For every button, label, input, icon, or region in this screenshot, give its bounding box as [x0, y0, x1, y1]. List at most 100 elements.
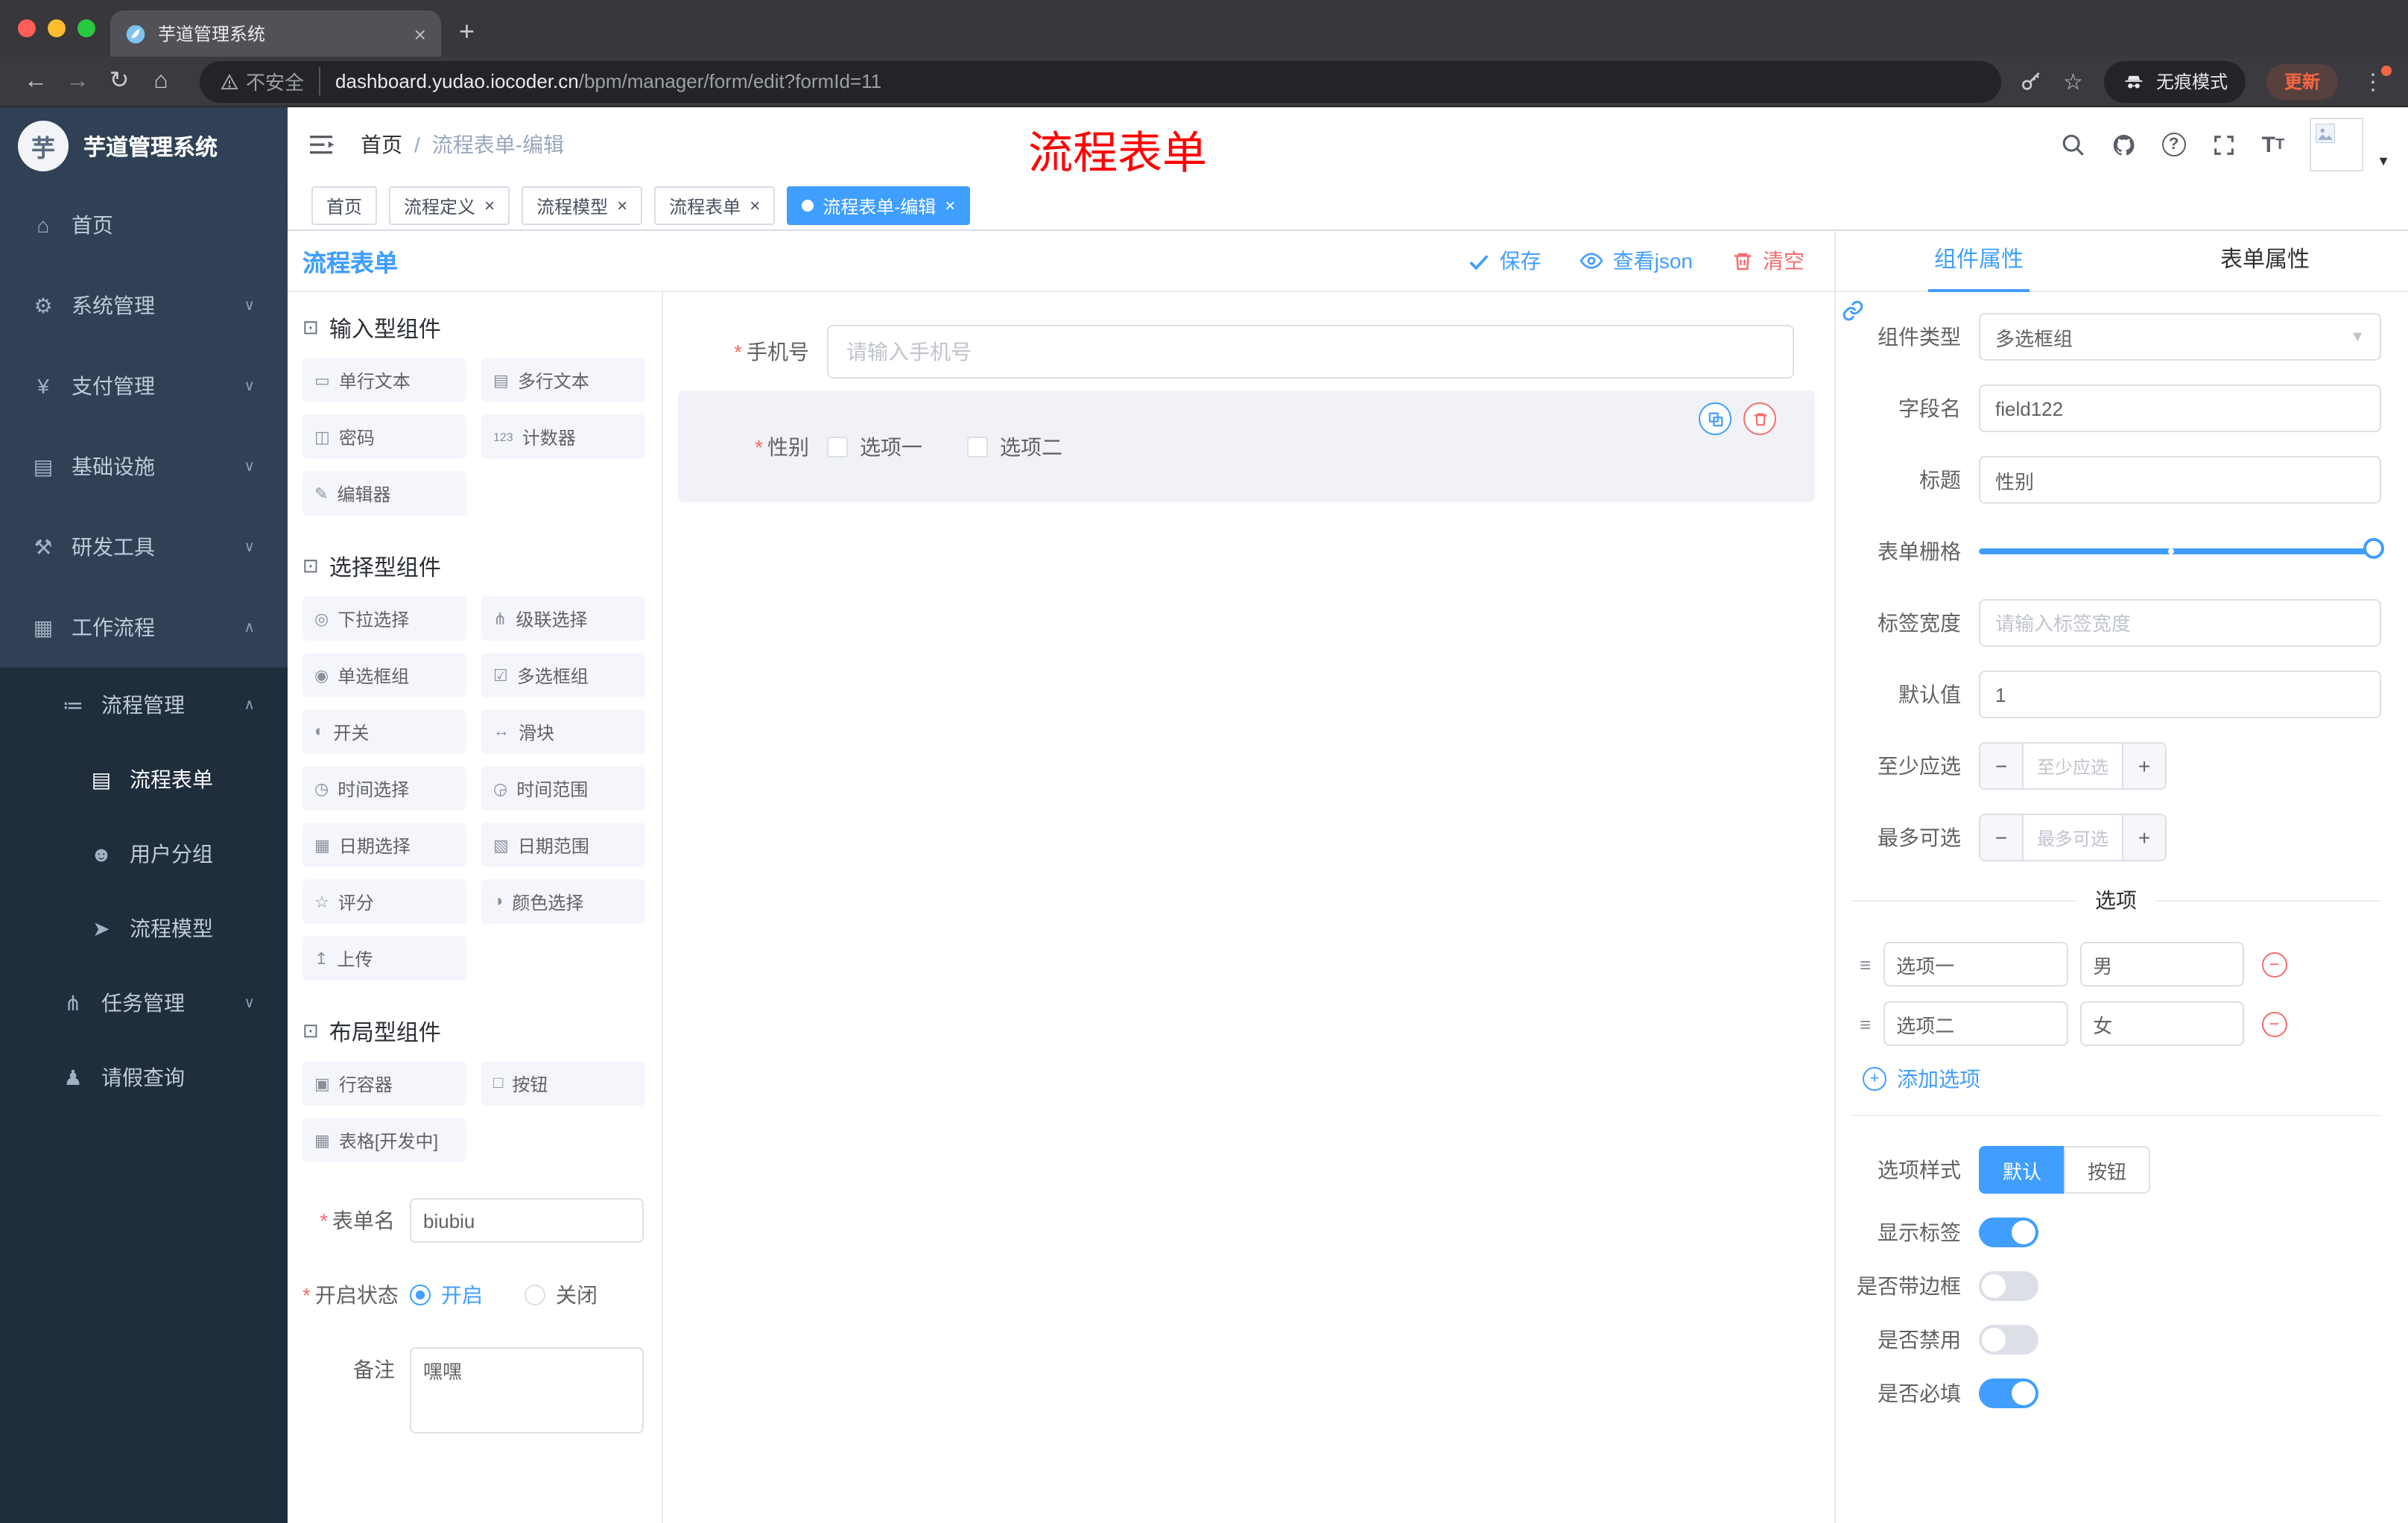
fullscreen-icon[interactable] [2211, 132, 2237, 157]
add-option-button[interactable]: + 添加选项 [1863, 1064, 2381, 1094]
max-select-value[interactable]: 最多可选 [2024, 815, 2122, 860]
browser-menu-icon[interactable]: ⋮ [2359, 65, 2392, 95]
option-2-value-input[interactable] [2079, 1001, 2244, 1046]
font-size-icon[interactable]: TT [2262, 132, 2285, 157]
gender-option-1-checkbox[interactable]: 选项一 [827, 431, 922, 461]
show-label-switch[interactable] [1979, 1218, 2038, 1247]
drag-handle-icon[interactable]: ≡ [1860, 1013, 1871, 1035]
component-type-select[interactable]: 多选框组 ▼ [1979, 313, 2381, 361]
sidebar-item-model[interactable]: ➤ 流程模型 [0, 891, 288, 966]
palette-item-rate[interactable]: ☆ 评分 [302, 879, 466, 924]
address-bar[interactable]: 不安全 dashboard.yudao.iocoder.cn/bpm/manag… [200, 60, 2001, 102]
status-on-radio[interactable]: 开启 [410, 1280, 483, 1310]
user-avatar[interactable] [2310, 118, 2364, 171]
page-tag[interactable]: 流程表单 × [654, 186, 776, 225]
style-button-button[interactable]: 按钮 [2064, 1146, 2151, 1194]
palette-item-date[interactable]: ▦ 日期选择 [302, 823, 466, 867]
sidebar-item-form[interactable]: ▤ 流程表单 [0, 742, 288, 817]
sidebar-item-gear[interactable]: ⚙ 系统管理 ∨ [0, 265, 288, 346]
sidebar-logo-row[interactable]: 芋 芋道管理系统 [0, 107, 288, 185]
close-window-button[interactable] [18, 19, 36, 37]
close-tag-icon[interactable]: × [945, 195, 955, 216]
breadcrumb-home[interactable]: 首页 [361, 130, 402, 159]
palette-item-date-range[interactable]: ▧ 日期范围 [481, 823, 645, 867]
option-1-label-input[interactable] [1883, 942, 2068, 987]
palette-item-input[interactable]: ▭ 单行文本 [302, 358, 466, 402]
palette-item-slider[interactable]: ↔ 滑块 [481, 709, 645, 754]
decrease-button[interactable]: − [1980, 744, 2024, 788]
sidebar-item-tasks[interactable]: ⋔ 任务管理 ∨ [0, 966, 288, 1040]
search-icon[interactable] [2061, 132, 2086, 157]
palette-item-button[interactable]: □ 按钮 [481, 1061, 645, 1106]
palette-item-textarea[interactable]: ▤ 多行文本 [481, 358, 645, 402]
view-json-button[interactable]: 查看json [1580, 246, 1693, 276]
drag-handle-icon[interactable]: ≡ [1860, 953, 1871, 975]
required-switch[interactable] [1979, 1378, 2038, 1408]
default-value-input[interactable] [1979, 671, 2381, 718]
bookmark-star-icon[interactable]: ☆ [2063, 68, 2083, 95]
phone-field-input[interactable] [827, 325, 1794, 379]
style-default-button[interactable]: 默认 [1979, 1146, 2065, 1194]
sidebar-item-home[interactable]: ⌂ 首页 [0, 185, 288, 265]
back-button[interactable]: ← [15, 60, 57, 102]
palette-item-radio[interactable]: ◉ 单选框组 [302, 653, 466, 697]
close-tag-icon[interactable]: × [484, 195, 495, 216]
title-input[interactable] [1979, 456, 2381, 504]
page-tag[interactable]: 流程模型 × [522, 186, 643, 225]
palette-item-time[interactable]: ◷ 时间选择 [302, 766, 466, 811]
form-canvas[interactable]: 手机号 性别 选项一 [663, 292, 1834, 1523]
phone-field-row[interactable]: 手机号 [678, 325, 1815, 379]
sidebar-item-yen[interactable]: ¥ 支付管理 ∨ [0, 346, 288, 426]
palette-item-upload[interactable]: ↥ 上传 [302, 936, 466, 981]
remove-option-button[interactable]: − [2261, 1011, 2287, 1036]
gender-option-2-checkbox[interactable]: 选项二 [967, 431, 1062, 461]
option-1-value-input[interactable] [2079, 942, 2244, 987]
password-key-icon[interactable] [2018, 69, 2042, 93]
close-tag-icon[interactable]: × [750, 195, 760, 216]
page-tag[interactable]: 流程表单-编辑 × [787, 186, 971, 225]
increase-button[interactable]: + [2122, 815, 2165, 860]
palette-item-cascade[interactable]: ⋔ 级联选择 [481, 596, 645, 641]
sidebar-item-person[interactable]: ♟ 请假查询 [0, 1040, 288, 1115]
sidebar-item-infra[interactable]: ▤ 基础设施 ∨ [0, 426, 288, 507]
form-grid-slider[interactable] [1979, 528, 2384, 575]
delete-field-button[interactable] [1743, 402, 1776, 435]
palette-item-table[interactable]: ▦ 表格[开发中] [302, 1118, 466, 1162]
remove-option-button[interactable]: − [2261, 952, 2287, 977]
palette-item-select[interactable]: ◎ 下拉选择 [302, 596, 466, 641]
tab-component-props[interactable]: 组件属性 [1836, 231, 2122, 292]
status-off-radio[interactable]: 关闭 [525, 1280, 598, 1310]
disabled-switch[interactable] [1979, 1325, 2038, 1355]
palette-item-editor[interactable]: ✎ 编辑器 [302, 471, 466, 516]
update-button[interactable]: 更新 [2266, 63, 2338, 99]
clear-button[interactable]: 清空 [1731, 246, 1805, 276]
avatar-caret-icon[interactable]: ▼ [2377, 153, 2390, 168]
palette-item-row[interactable]: ▣ 行容器 [302, 1061, 466, 1106]
palette-item-checkbox[interactable]: ☑ 多选框组 [481, 653, 645, 697]
palette-item-time-range[interactable]: ◶ 时间范围 [481, 766, 645, 811]
field-name-input[interactable] [1979, 384, 2381, 432]
min-select-value[interactable]: 至少应选 [2024, 744, 2122, 788]
decrease-button[interactable]: − [1980, 815, 2024, 860]
close-tag-icon[interactable]: × [617, 195, 627, 216]
zoom-window-button[interactable] [77, 19, 95, 37]
sidebar-item-users[interactable]: ☻ 用户分组 [0, 817, 288, 891]
palette-item-switch[interactable]: ◐ 开关 [302, 709, 466, 754]
sidebar-item-workflow[interactable]: ▦ 工作流程 ∧ [0, 587, 288, 668]
help-icon[interactable]: ? [2161, 133, 2186, 156]
close-tab-icon[interactable]: × [414, 22, 426, 45]
gender-field-selected[interactable]: 性别 选项一 选项二 [678, 390, 1815, 502]
minimize-window-button[interactable] [48, 19, 66, 37]
save-button[interactable]: 保存 [1468, 246, 1542, 276]
security-status[interactable]: 不安全 [221, 67, 321, 95]
sidebar-item-tools[interactable]: ⚒ 研发工具 ∨ [0, 507, 288, 587]
palette-item-color[interactable]: ◑ 颜色选择 [481, 879, 645, 924]
copy-field-button[interactable] [1699, 402, 1731, 435]
form-remark-textarea[interactable]: 嘿嘿 [410, 1347, 644, 1434]
label-width-input[interactable] [1979, 599, 2381, 647]
page-tag[interactable]: 首页 [311, 186, 378, 225]
sidebar-item-list[interactable]: ≔ 流程管理 ∧ [0, 668, 288, 742]
new-tab-button[interactable]: + [459, 16, 475, 48]
slider-handle[interactable] [2363, 538, 2384, 559]
palette-item-counter[interactable]: 123 计数器 [481, 414, 645, 459]
